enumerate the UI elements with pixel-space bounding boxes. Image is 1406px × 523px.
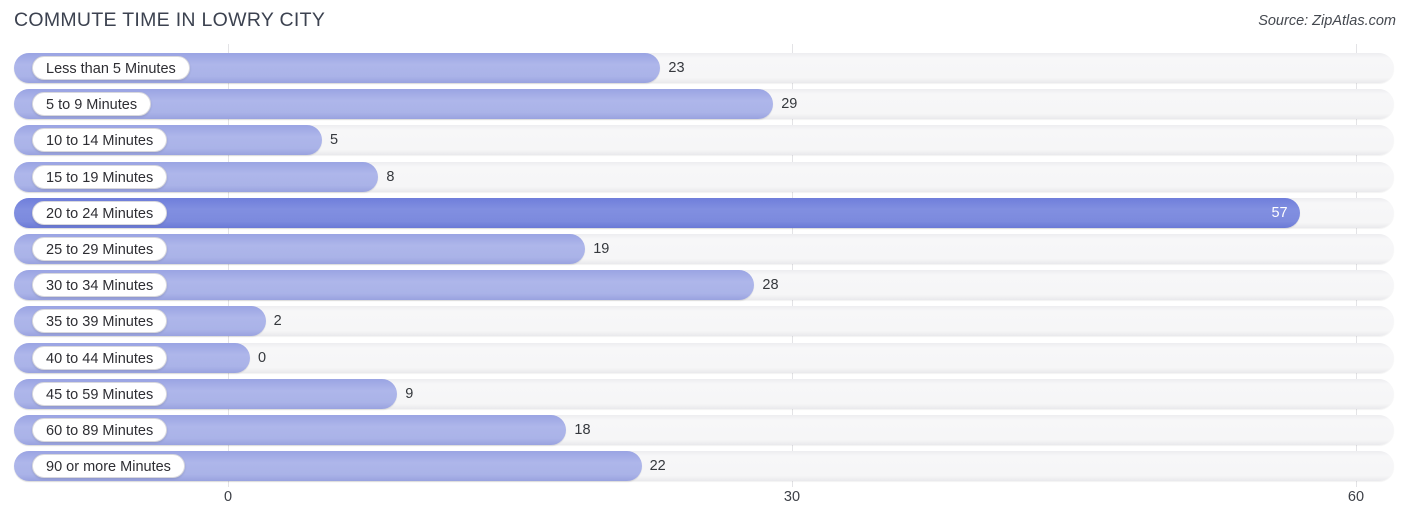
bar-row[interactable]: Less than 5 Minutes 23 xyxy=(14,53,1394,83)
bar-row[interactable]: 60 to 89 Minutes 18 xyxy=(14,415,1394,445)
x-axis: 0 30 60 xyxy=(0,487,1406,523)
bar-row[interactable]: 30 to 34 Minutes 28 xyxy=(14,270,1394,301)
bar-value-label: 29 xyxy=(781,96,798,113)
bar-category-label: 15 to 19 Minutes xyxy=(32,164,168,189)
chart-header: COMMUTE TIME IN LOWRY CITY Source: ZipAt… xyxy=(0,0,1406,44)
bar-category-label: 20 to 24 Minutes xyxy=(32,200,168,225)
bar-category-label: 35 to 39 Minutes xyxy=(32,309,168,334)
x-tick-label: 60 xyxy=(1347,489,1365,505)
bar-value-label: 8 xyxy=(386,168,395,185)
bar-category-label: 25 to 29 Minutes xyxy=(32,237,168,261)
plot-area: Less than 5 Minutes 23 5 to 9 Minutes 29 10 … xyxy=(0,44,1406,487)
bar-category-label: 60 to 89 Minutes xyxy=(32,418,168,442)
bar-value-label: 28 xyxy=(762,277,779,294)
bar-value-label: 5 xyxy=(330,132,339,149)
bar-row[interactable]: 40 to 44 Minutes 0 xyxy=(14,342,1394,373)
bar[interactable] xyxy=(14,197,1300,228)
bar-row[interactable]: 35 to 39 Minutes 2 xyxy=(14,306,1394,337)
bar-value-label: 9 xyxy=(405,385,414,402)
bar-category-label: 45 to 59 Minutes xyxy=(32,381,168,406)
bar-category-label: 5 to 9 Minutes xyxy=(32,92,152,117)
source-attribution: Source: ZipAtlas.com xyxy=(1258,13,1396,29)
bar-row[interactable]: 20 to 24 Minutes 57 xyxy=(14,197,1394,228)
bar-value-label: 23 xyxy=(668,60,685,76)
bar-row[interactable]: 10 to 14 Minutes 5 xyxy=(14,125,1394,156)
bar-row[interactable]: 15 to 19 Minutes 8 xyxy=(14,161,1394,192)
bar-rows: Less than 5 Minutes 23 5 to 9 Minutes 29 10 … xyxy=(0,44,1406,487)
bar-value-label: 57 xyxy=(1271,204,1288,221)
x-tick-label: 30 xyxy=(783,489,801,505)
page-title: COMMUTE TIME IN LOWRY CITY xyxy=(14,9,326,31)
bar-category-label: 40 to 44 Minutes xyxy=(32,345,168,370)
bar-value-label: 18 xyxy=(574,422,591,438)
bar-row[interactable]: 25 to 29 Minutes 19 xyxy=(14,234,1394,264)
bar-value-label: 22 xyxy=(649,458,666,475)
bar-value-label: 2 xyxy=(273,313,282,330)
x-tick-label: 0 xyxy=(223,489,233,505)
bar-row[interactable]: 5 to 9 Minutes 29 xyxy=(14,89,1394,120)
bar-value-label: 19 xyxy=(593,241,610,257)
bar-value-label: 0 xyxy=(258,349,267,366)
bar-row[interactable]: 90 or more Minutes 22 xyxy=(14,451,1394,482)
bar-category-label: Less than 5 Minutes xyxy=(32,56,190,80)
bar-category-label: 10 to 14 Minutes xyxy=(32,128,168,153)
bar-category-label: 30 to 34 Minutes xyxy=(32,273,168,298)
bar-row[interactable]: 45 to 59 Minutes 9 xyxy=(14,378,1394,409)
bar-category-label: 90 or more Minutes xyxy=(32,454,185,479)
